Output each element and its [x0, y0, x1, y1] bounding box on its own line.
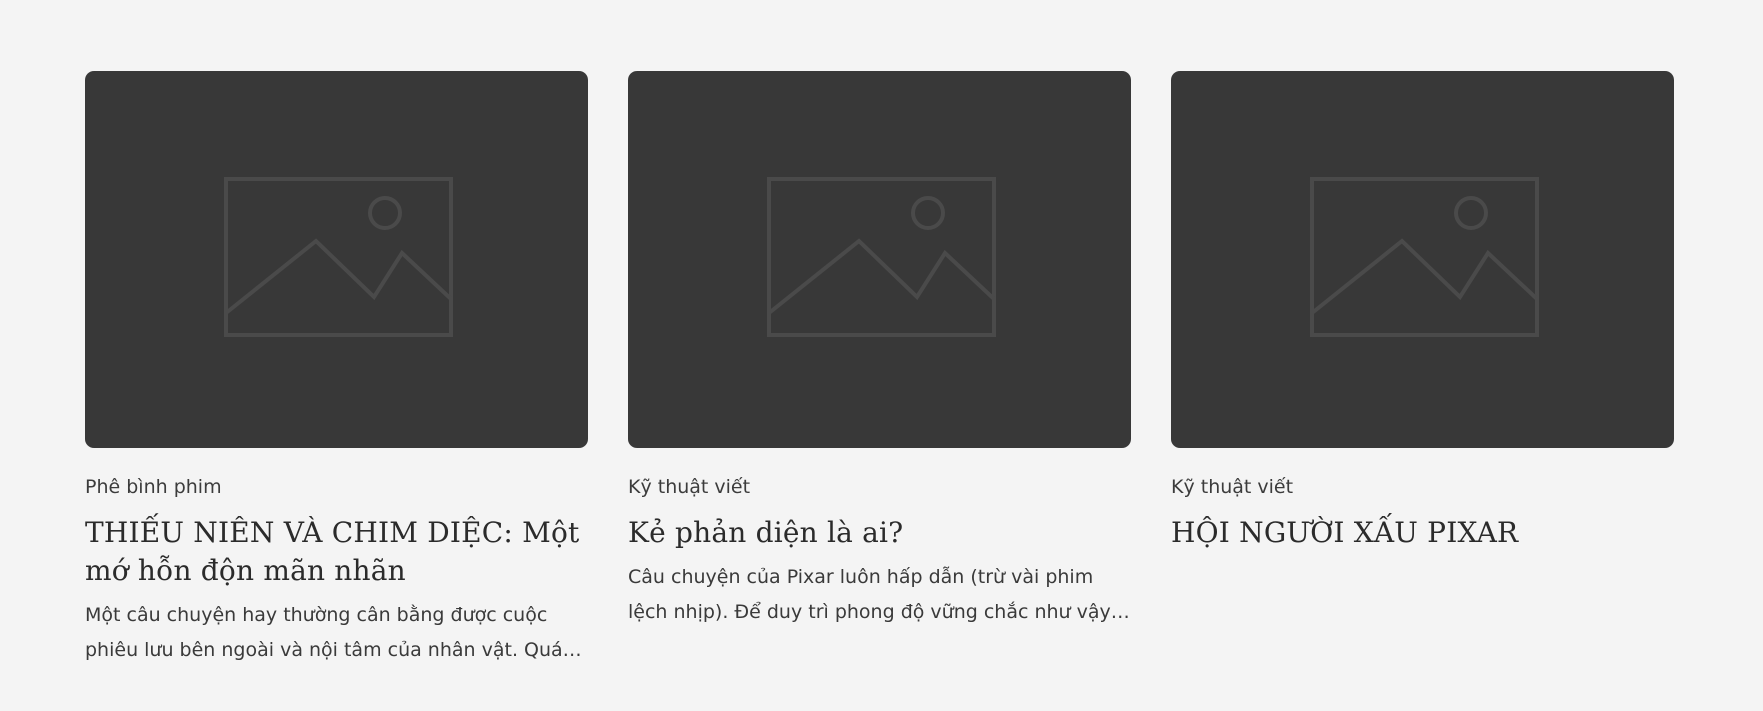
post-card[interactable]: Kỹ thuật viết HỘI NGƯỜI XẤU PIXAR — [1171, 71, 1674, 668]
post-image[interactable] — [85, 71, 588, 448]
post-excerpt: Câu chuyện của Pixar luôn hấp dẫn (trừ v… — [628, 566, 1117, 623]
image-placeholder-icon — [767, 177, 996, 337]
post-image[interactable] — [1171, 71, 1674, 448]
post-excerpt: Một câu chuyện hay thường cân bằng được … — [85, 604, 563, 661]
post-category[interactable]: Kỹ thuật viết — [1171, 474, 1674, 500]
post-title[interactable]: Kẻ phản diện là ai? — [628, 514, 1131, 552]
post-card[interactable]: Phê bình phim THIẾU NIÊN VÀ CHIM DIỆC: M… — [85, 71, 588, 668]
image-placeholder-icon — [224, 177, 453, 337]
post-card[interactable]: Kỹ thuật viết Kẻ phản diện là ai? Câu ch… — [628, 71, 1131, 668]
post-category[interactable]: Kỹ thuật viết — [628, 474, 1131, 500]
image-placeholder-icon — [1310, 177, 1539, 337]
blog-post-grid: Phê bình phim THIẾU NIÊN VÀ CHIM DIỆC: M… — [85, 71, 1674, 668]
post-image[interactable] — [628, 71, 1131, 448]
post-category[interactable]: Phê bình phim — [85, 474, 588, 500]
post-title[interactable]: THIẾU NIÊN VÀ CHIM DIỆC: Một mớ hỗn độn … — [85, 514, 588, 590]
post-title[interactable]: HỘI NGƯỜI XẤU PIXAR — [1171, 514, 1674, 552]
